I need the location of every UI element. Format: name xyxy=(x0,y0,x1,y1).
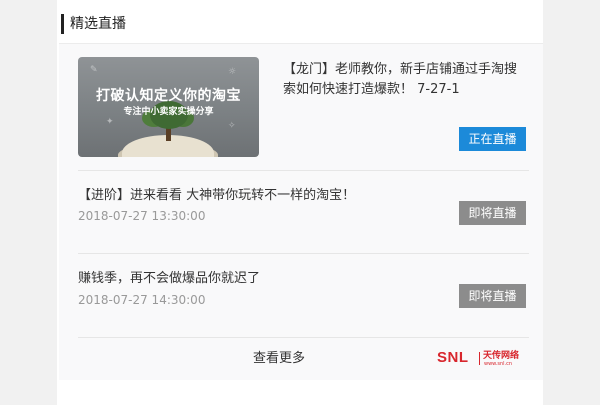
live-list: ✎ ☼ ✦ ✧ 打破认知定义你的淘宝 专注中小卖家实操分享 【龙门】老师教你，新… xyxy=(59,43,543,380)
upcoming-button[interactable]: 即将直播 xyxy=(459,284,526,308)
logo-divider xyxy=(479,352,480,365)
brand-logo: SNL 天传网络 www.snl.cn xyxy=(437,349,533,371)
divider xyxy=(78,253,529,254)
doodle-icon: ☼ xyxy=(228,67,237,77)
featured-thumbnail[interactable]: ✎ ☼ ✦ ✧ 打破认知定义你的淘宝 专注中小卖家实操分享 xyxy=(78,57,259,157)
doodle-icon: ✧ xyxy=(228,121,236,131)
thumbnail-title: 打破认知定义你的淘宝 xyxy=(96,88,241,104)
live-item-date: 2018-07-27 13:30:00 xyxy=(78,209,206,223)
live-item-date: 2018-07-27 14:30:00 xyxy=(78,293,206,307)
logo-mark: SNL xyxy=(437,349,469,366)
featured-title[interactable]: 【龙门】老师教你，新手店铺通过手淘搜索如何快速打造爆款！ 7-27-1 xyxy=(283,60,529,100)
divider xyxy=(78,170,529,171)
view-more-link[interactable]: 查看更多 xyxy=(59,350,499,368)
thumbnail-subtitle: 专注中小卖家实操分享 xyxy=(123,107,214,117)
doodle-icon: ✦ xyxy=(106,117,114,127)
live-item-title[interactable]: 赚钱季，再不会做爆品你就迟了 xyxy=(78,270,260,288)
live-item-title[interactable]: 【进阶】进来看看 大神带你玩转不一样的淘宝！ xyxy=(78,187,355,205)
upcoming-button[interactable]: 即将直播 xyxy=(459,201,526,225)
header-accent-bar xyxy=(61,14,64,34)
doodle-icon: ✎ xyxy=(90,65,98,75)
live-panel: 精选直播 ✎ ☼ ✦ ✧ 打破认知定义你的淘宝 专注中小卖家实操分享 【龙门】老… xyxy=(57,0,543,405)
logo-url: www.snl.cn xyxy=(484,361,513,367)
section-header: 精选直播 xyxy=(57,12,543,36)
live-now-button[interactable]: 正在直播 xyxy=(459,127,526,151)
section-title: 精选直播 xyxy=(70,16,126,32)
divider xyxy=(78,337,529,338)
